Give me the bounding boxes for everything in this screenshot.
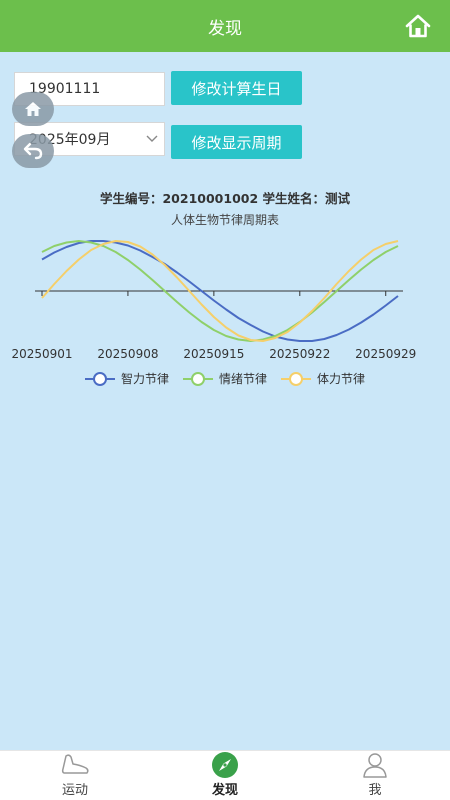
main-content: 19901111 修改计算生日 2025年09月 修改显示周期 学生编号：202… xyxy=(0,52,450,750)
tab-me-label: 我 xyxy=(368,783,382,798)
change-birthday-label: 修改计算生日 xyxy=(191,79,282,98)
page-title: 发现 xyxy=(208,18,242,39)
compass-icon xyxy=(212,752,238,778)
tab-discover[interactable]: 发现 xyxy=(150,751,300,800)
tab-me[interactable]: 我 xyxy=(300,751,450,800)
float-home-button[interactable] xyxy=(12,92,54,126)
legend-item[interactable]: 体力节律 xyxy=(281,370,365,387)
bottom-tab-bar: 运动 发现 我 xyxy=(0,750,450,800)
x-tick-label: 20250929 xyxy=(355,347,416,361)
x-tick-label: 20250908 xyxy=(97,347,158,361)
user-icon xyxy=(363,753,387,778)
chevron-down-icon xyxy=(146,135,158,142)
legend-marker xyxy=(182,371,213,386)
change-birthday-button[interactable]: 修改计算生日 xyxy=(171,71,302,105)
tab-sport-label: 运动 xyxy=(61,783,88,798)
legend-item[interactable]: 情绪节律 xyxy=(182,370,267,387)
x-tick-label: 20250922 xyxy=(269,347,330,361)
back-arrow-icon xyxy=(23,142,43,160)
legend-label: 智力节律 xyxy=(120,372,169,386)
float-back-button[interactable] xyxy=(12,134,54,168)
biorhythm-chart: 20250901 20250908 20250915 20250922 20250929 xyxy=(11,240,416,361)
legend-marker xyxy=(281,371,311,386)
legend-label: 情绪节律 xyxy=(218,372,267,386)
shoe-icon xyxy=(61,754,89,774)
home-button[interactable] xyxy=(402,10,434,42)
change-period-button[interactable]: 修改显示周期 xyxy=(171,125,302,159)
student-info: 学生编号：20210001002 学生姓名：测试 xyxy=(99,191,351,206)
legend-marker xyxy=(84,371,115,386)
home-icon xyxy=(405,14,431,38)
chart-title: 人体生物节律周期表 xyxy=(170,213,279,227)
chart-legend: 智力节律 情绪节律 体力节律 xyxy=(0,370,450,387)
tab-discover-label: 发现 xyxy=(211,783,238,798)
legend-label: 体力节律 xyxy=(317,372,366,386)
x-tick-label: 20250915 xyxy=(183,347,244,361)
tab-sport[interactable]: 运动 xyxy=(0,751,150,800)
change-period-label: 修改显示周期 xyxy=(191,133,282,152)
legend-item[interactable]: 智力节律 xyxy=(84,370,169,387)
top-bar: 发现 xyxy=(0,0,450,52)
home-icon xyxy=(25,102,41,116)
x-tick-label: 20250901 xyxy=(11,347,72,361)
